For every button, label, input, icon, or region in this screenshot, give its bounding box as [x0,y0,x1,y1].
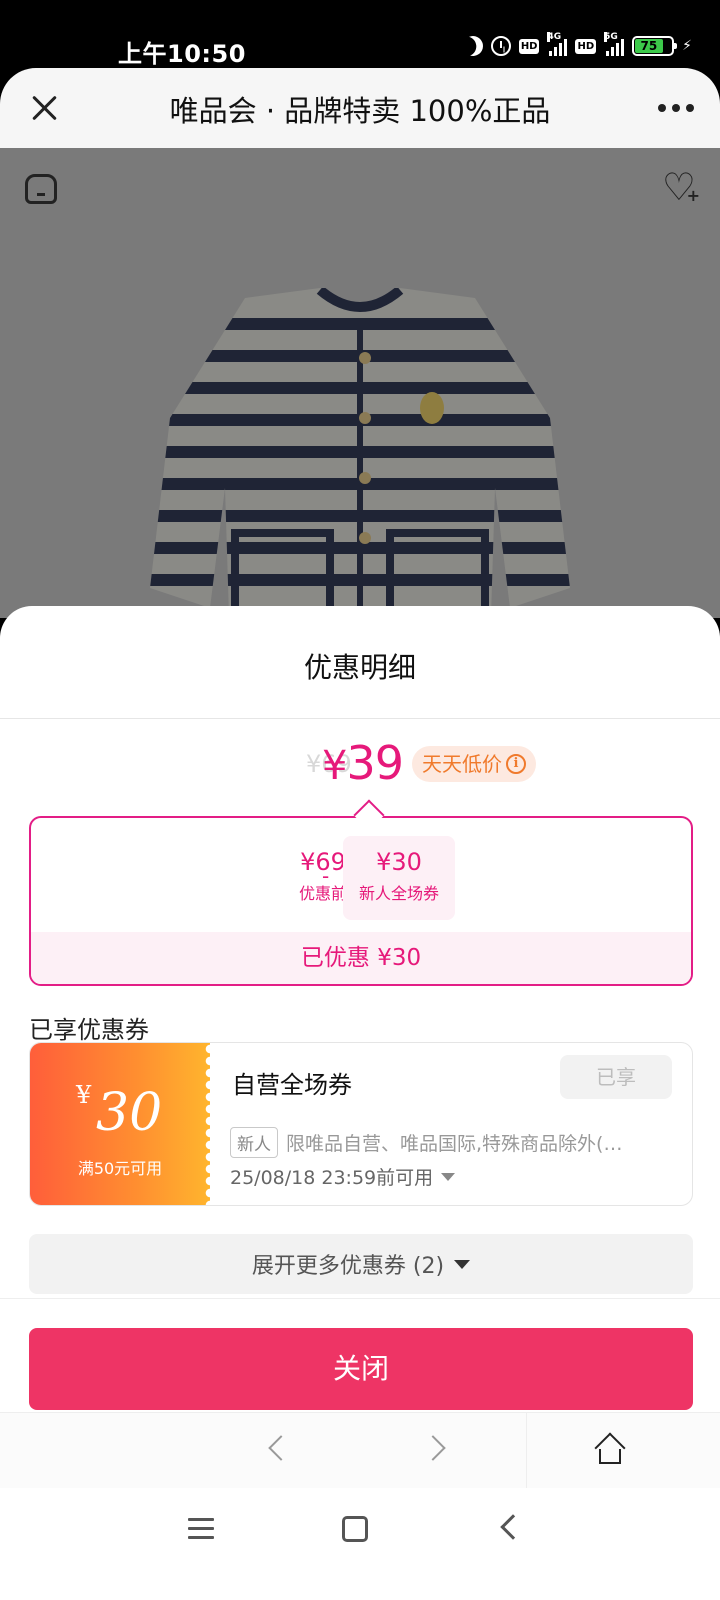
currency-symbol: ¥ [322,743,347,789]
final-price-value: 39 [346,736,404,790]
coupon-label: 新人全场券 [358,884,439,903]
divider [526,1413,527,1489]
final-price: ¥39 [322,736,404,790]
shop-home-icon[interactable] [25,174,57,204]
page-title: 唯品会 · 品牌特卖 100%正品 [169,94,551,128]
system-nav-bar [0,1488,720,1600]
hd-badge: HD [575,38,597,54]
chevron-down-icon [454,1259,471,1269]
back-arrow-icon[interactable] [268,1435,294,1461]
daily-low-price-label: 天天低价 [422,752,502,776]
discount-detail-sheet: 优惠明细 ¥69 ¥39 天天低价 i ¥69 优惠前 - ¥30 新人全场券 … [0,606,720,1518]
info-icon[interactable]: i [506,754,526,774]
perforation [204,1043,216,1205]
expand-more-coupons-button[interactable]: 展开更多优惠券 (2) [29,1234,693,1294]
coupon-currency: ¥ [76,1081,92,1109]
coupon-description: 限唯品自营、唯品国际,特殊商品除外(… [286,1133,623,1155]
total-saved: 已优惠 ¥30 [31,932,691,984]
browser-nav-bar [0,1412,720,1489]
mini-app-header: 唯品会 · 品牌特卖 100%正品 [0,68,720,148]
coupon-amount-value: 30 [96,1083,163,1143]
coupon-name: 自营全场券 [232,1071,352,1099]
do-not-disturb-moon-icon [459,32,486,59]
battery-level: 75 [635,39,663,53]
price-row: ¥69 ¥39 天天低价 i [0,736,720,796]
expand-more-label: 展开更多优惠券 (2) [251,1254,445,1279]
product-image-area: ♡ + [0,148,720,618]
minus-sign: - [322,864,330,888]
coupon-discount: ¥30 新人全场券 [343,836,455,920]
signal-4g-icon: 4G [547,32,568,56]
coupon-status-button[interactable]: 已享 [560,1055,672,1099]
product-image-striped-cardigan [150,288,570,618]
system-home-icon[interactable] [342,1516,368,1542]
coupon-amount: ¥30 [76,1081,163,1143]
coupon-condition: 满50元可用 [77,1159,163,1178]
charging-icon: ⚡ [682,38,692,54]
coupon-amount-panel: ¥30 满50元可用 [30,1043,216,1205]
home-icon[interactable] [594,1432,626,1465]
new-user-tag: 新人 [230,1127,278,1158]
favorite-add-icon[interactable]: ♡ + [662,168,700,206]
battery-icon: 75 [632,36,678,56]
network-type-label: 5G [604,32,618,42]
coupon-expiry[interactable]: 25/08/18 23:59前可用 [230,1163,456,1190]
status-time: 上午10:50 [118,40,246,68]
price-calculation-box: ¥69 优惠前 - ¥30 新人全场券 已优惠 ¥30 [29,816,693,986]
section-title-used-coupons: 已享优惠券 [29,1016,149,1044]
close-button[interactable]: 关闭 [29,1328,693,1410]
divider [0,1298,720,1299]
coupon-value: ¥30 [376,848,422,876]
alarm-icon [490,36,511,56]
system-back-icon[interactable] [500,1514,526,1540]
status-icons: HD 4G HD 5G 75 ⚡ [463,32,692,56]
network-type-label: 4G [547,32,562,42]
forward-arrow-icon[interactable] [420,1435,446,1461]
recent-apps-icon[interactable] [188,1518,214,1545]
coupon-card[interactable]: ¥30 满50元可用 自营全场券 已享 新人 限唯品自营、唯品国际,特殊商品除外… [29,1042,693,1206]
status-bar: 上午10:50 HD 4G HD 5G 75 ⚡ [0,0,720,72]
chevron-down-icon [441,1172,456,1181]
daily-low-price-tag[interactable]: 天天低价 i [412,746,536,782]
sheet-title: 优惠明细 [303,651,416,684]
coupon-description-row: 新人 限唯品自营、唯品国际,特殊商品除外(… [230,1127,670,1158]
divider [0,718,720,719]
more-options-icon[interactable] [658,104,694,112]
signal-5g-icon: 5G [604,32,625,56]
coupon-expiry-text: 25/08/18 23:59前可用 [230,1167,434,1189]
hd-badge: HD [518,38,540,54]
